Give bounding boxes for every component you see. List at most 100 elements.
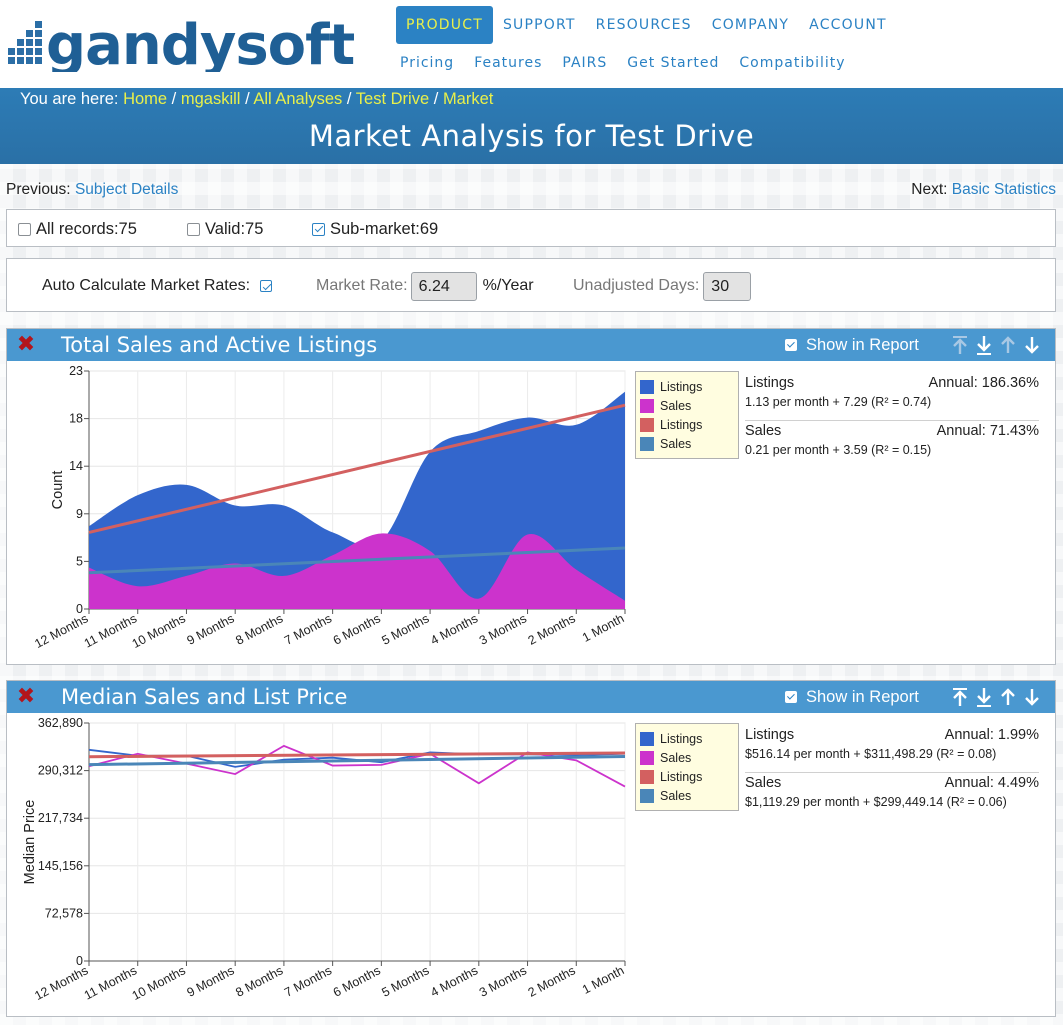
legend-swatch (640, 379, 654, 394)
legend-item: Sales (640, 786, 734, 805)
legend-label: Sales (660, 750, 692, 765)
legend-label: Sales (660, 436, 692, 451)
show-in-report-checkbox[interactable] (785, 691, 797, 703)
next-link[interactable]: Basic Statistics (952, 181, 1056, 198)
market-rate-input[interactable]: 6.24 (410, 271, 477, 301)
move-to-top-icon[interactable] (951, 334, 969, 356)
close-x-icon[interactable]: ✖ (15, 331, 37, 359)
move-to-bottom-icon[interactable] (975, 334, 993, 356)
move-to-top-icon[interactable] (951, 686, 969, 708)
sub-nav: Pricing Features PAIRS Get Started Compa… (400, 52, 846, 74)
legend-swatch (640, 436, 654, 451)
legend-label: Listings (660, 731, 703, 746)
sub-market-checkbox[interactable] (312, 222, 325, 236)
subnav-pricing[interactable]: Pricing (400, 52, 454, 74)
y-tick-label: 72,578 (45, 906, 83, 920)
valid-checkbox[interactable] (187, 222, 200, 236)
breadcrumb-all-analyses[interactable]: All Analyses (253, 90, 342, 108)
nav-account[interactable]: ACCOUNT (799, 6, 897, 44)
breadcrumb-home[interactable]: Home (123, 90, 167, 108)
stat-listings: Listings Annual: 1.99% $516.14 per month… (745, 725, 1039, 772)
y-tick-label: 18 (69, 412, 83, 426)
previous-link[interactable]: Subject Details (75, 181, 178, 198)
chart-legend: Listings Sales Listings Sales (635, 723, 739, 811)
close-x-icon[interactable]: ✖ (15, 683, 37, 711)
move-down-icon[interactable] (1023, 334, 1041, 356)
show-in-report-toggle[interactable]: Show in Report (785, 681, 919, 713)
market-rate-row: Market Rate: 6.24 %/Year (316, 259, 534, 313)
stat-equation: 0.21 per month + 3.59 (R² = 0.15) (745, 443, 932, 457)
breadcrumb: You are here: Home / mgaskill / All Anal… (20, 88, 493, 110)
move-down-icon[interactable] (1023, 686, 1041, 708)
subnav-features[interactable]: Features (474, 52, 542, 74)
legend-item: Sales (640, 396, 734, 415)
record-filter-bar: All records:75 Valid:75 Sub-market:69 (6, 209, 1056, 247)
panel-title: Total Sales and Active Listings (61, 333, 378, 357)
breadcrumb-market[interactable]: Market (443, 90, 493, 108)
x-tick-label: 4 Months (428, 963, 480, 1000)
gandysoft-logo[interactable]: gandysoft (6, 10, 376, 72)
breadcrumb-user[interactable]: mgaskill (181, 90, 241, 108)
chart-legend: Listings Sales Listings Sales (635, 371, 739, 459)
x-tick-label: 12 Months (32, 963, 90, 1003)
unadjusted-days-input[interactable]: 30 (703, 271, 752, 301)
breadcrumb-separator: / (433, 90, 439, 108)
filter-valid[interactable]: Valid:75 (187, 210, 263, 248)
y-tick-label: 5 (76, 554, 83, 568)
x-tick-label: 5 Months (380, 611, 432, 648)
site-header: gandysoft PRODUCT SUPPORT RESOURCES COMP… (0, 0, 1063, 88)
stat-annual: Annual: 71.43% (936, 423, 1039, 439)
x-tick-label: 10 Months (130, 611, 188, 651)
legend-item: Listings (640, 729, 734, 748)
move-to-bottom-icon[interactable] (975, 686, 993, 708)
nav-product[interactable]: PRODUCT (396, 6, 493, 44)
nav-support[interactable]: SUPPORT (493, 6, 586, 44)
panel-total-sales-listings: ✖ Total Sales and Active Listings Show i… (6, 328, 1056, 665)
show-in-report-checkbox[interactable] (785, 339, 797, 351)
breadcrumb-test-drive[interactable]: Test Drive (356, 90, 429, 108)
trend-stats: Listings Annual: 186.36% 1.13 per month … (745, 373, 1039, 467)
valid-label: Valid:75 (205, 219, 264, 238)
legend-swatch (640, 769, 654, 784)
market-rate-unit: %/Year (482, 277, 534, 294)
filter-sub-market[interactable]: Sub-market:69 (312, 210, 438, 248)
stat-name: Listings (745, 727, 795, 743)
x-tick-label: 5 Months (380, 963, 432, 1000)
nav-company[interactable]: COMPANY (702, 6, 799, 44)
subnav-compatibility[interactable]: Compatibility (739, 52, 845, 74)
legend-label: Sales (660, 398, 692, 413)
stat-equation: $516.14 per month + $311,498.29 (R² = 0.… (745, 747, 997, 761)
subnav-pairs[interactable]: PAIRS (562, 52, 607, 74)
move-up-icon[interactable] (999, 334, 1017, 356)
all-records-checkbox[interactable] (18, 222, 31, 236)
next-label: Next: (911, 181, 948, 198)
x-tick-label: 6 Months (331, 611, 383, 648)
x-tick-label: 1 Month (580, 963, 626, 997)
logo-text: gandysoft (46, 13, 355, 72)
y-tick-label: 145,156 (38, 859, 83, 873)
main-nav: PRODUCT SUPPORT RESOURCES COMPANY ACCOUN… (396, 6, 897, 44)
legend-item: Listings (640, 767, 734, 786)
market-rate-settings: Auto Calculate Market Rates: Market Rate… (6, 258, 1056, 312)
reorder-controls (951, 681, 1041, 713)
legend-swatch (640, 750, 654, 765)
x-tick-label: 2 Months (526, 611, 578, 648)
page-banner: You are here: Home / mgaskill / All Anal… (0, 88, 1063, 164)
x-tick-label: 9 Months (185, 611, 237, 648)
nav-resources[interactable]: RESOURCES (586, 6, 702, 44)
breadcrumb-prefix: You are here: (20, 90, 119, 108)
x-tick-label: 9 Months (185, 963, 237, 1000)
x-tick-label: 3 Months (477, 611, 529, 648)
x-tick-label: 4 Months (428, 611, 480, 648)
previous-label: Previous: (6, 181, 71, 198)
show-in-report-toggle[interactable]: Show in Report (785, 329, 919, 361)
filter-all-records[interactable]: All records:75 (18, 210, 137, 248)
move-up-icon[interactable] (999, 686, 1017, 708)
subnav-get-started[interactable]: Get Started (627, 52, 719, 74)
x-tick-label: 8 Months (233, 611, 285, 648)
legend-swatch (640, 417, 654, 432)
prev-next-nav: Previous: Subject Details Next: Basic St… (6, 181, 1056, 203)
x-tick-label: 7 Months (282, 611, 334, 648)
auto-calc-checkbox[interactable] (260, 280, 273, 292)
y-tick-label: 362,890 (38, 716, 83, 730)
